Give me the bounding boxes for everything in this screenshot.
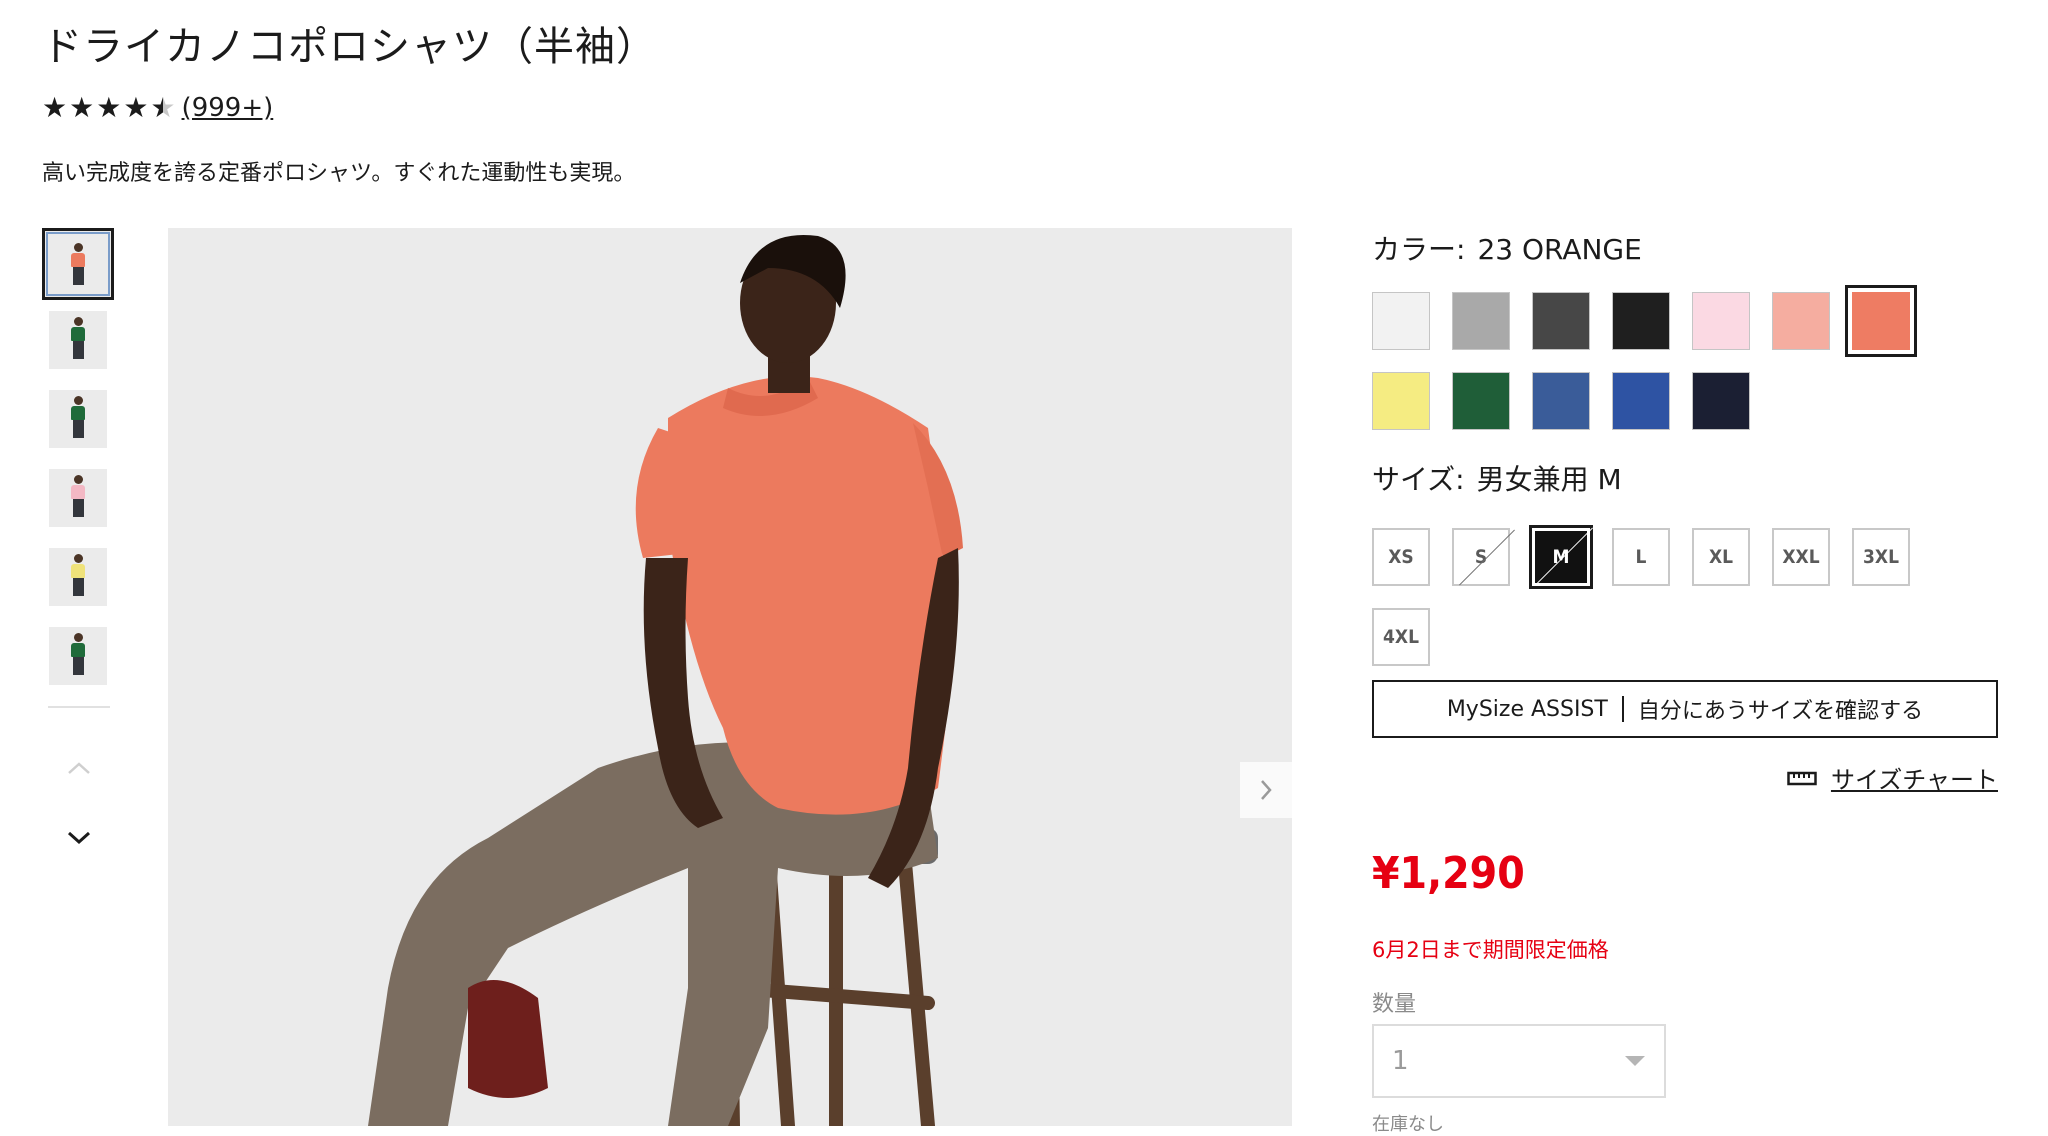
- mysize-brand: MySize ASSIST: [1446, 696, 1608, 722]
- thumbnail-scroll-down-button[interactable]: [42, 818, 116, 858]
- chevron-down-icon: [67, 831, 91, 845]
- size-option[interactable]: XL: [1692, 528, 1750, 586]
- size-option[interactable]: XXL: [1772, 528, 1830, 586]
- rating: ★ ★ ★ ★ ★ (999+): [42, 90, 273, 126]
- mysize-assist-button[interactable]: MySize ASSIST 自分にあうサイズを確認する: [1372, 680, 1998, 738]
- price: ¥1,290: [1372, 848, 1525, 899]
- product-thumbnail[interactable]: [42, 228, 114, 300]
- product-thumbnail[interactable]: [49, 548, 107, 606]
- rating-stars: ★ ★ ★ ★ ★: [42, 94, 178, 122]
- mysize-divider: [1621, 696, 1624, 722]
- thumbnail-figure: [71, 633, 85, 677]
- color-label-row: カラー: 23 ORANGE: [1372, 228, 1642, 268]
- thumbnail-figure: [71, 243, 85, 287]
- color-swatch[interactable]: [1612, 372, 1670, 430]
- selected-size: 男女兼用 M: [1476, 463, 1622, 496]
- quantity-value: 1: [1392, 1046, 1409, 1076]
- thumbnail-figure: [71, 475, 85, 519]
- color-swatch[interactable]: [1612, 292, 1670, 350]
- thumbnail-list: [42, 228, 116, 858]
- model-photo: [168, 228, 1292, 1126]
- limited-price-note: 6月2日まで期間限定価格: [1372, 938, 1609, 962]
- size-option-label: M: [1552, 546, 1570, 568]
- color-swatch[interactable]: [1372, 372, 1430, 430]
- color-swatch[interactable]: [1452, 372, 1510, 430]
- color-label: カラー:: [1372, 233, 1466, 266]
- size-label: サイズ:: [1372, 463, 1465, 496]
- thumbnail-figure: [71, 317, 85, 361]
- color-swatch[interactable]: [1772, 292, 1830, 350]
- size-option[interactable]: M: [1532, 528, 1590, 586]
- color-swatch[interactable]: [1532, 292, 1590, 350]
- mysize-text: 自分にあうサイズを確認する: [1637, 699, 1924, 724]
- size-option-label: 3XL: [1863, 546, 1899, 568]
- size-label-row: サイズ: 男女兼用 M: [1372, 458, 1622, 498]
- product-thumbnail[interactable]: [49, 469, 107, 527]
- size-option-label: 4XL: [1383, 626, 1419, 648]
- star-icon: ★: [123, 91, 149, 124]
- main-product-image: [168, 228, 1292, 1126]
- color-swatch[interactable]: [1452, 292, 1510, 350]
- product-title: ドライカノコポロシャツ（半袖）: [42, 24, 657, 70]
- size-option-label: XL: [1708, 546, 1734, 568]
- thumbnail-figure: [71, 396, 85, 440]
- product-description: 高い完成度を誇る定番ポロシャツ。すぐれた運動性も実現。: [42, 161, 636, 186]
- next-image-button[interactable]: [1240, 762, 1292, 818]
- chevron-right-icon: [1261, 780, 1272, 800]
- size-chart-link[interactable]: サイズチャート: [1787, 760, 1998, 795]
- ruler-icon: [1787, 771, 1817, 785]
- size-chart-label: サイズチャート: [1830, 766, 1998, 794]
- size-option-label: XS: [1388, 546, 1414, 568]
- star-icon: ★: [42, 91, 68, 124]
- size-option-label: S: [1474, 546, 1488, 568]
- size-option-label: L: [1635, 546, 1647, 568]
- color-swatch[interactable]: [1692, 372, 1750, 430]
- star-icon: ★: [69, 91, 95, 124]
- size-option[interactable]: S: [1452, 528, 1510, 586]
- star-icon: ★: [96, 91, 122, 124]
- thumbnail-figure: [71, 554, 85, 598]
- quantity-select[interactable]: 1: [1372, 1024, 1666, 1098]
- review-count-link[interactable]: (999+): [182, 93, 274, 123]
- product-thumbnail[interactable]: [49, 390, 107, 448]
- chevron-up-icon: [68, 762, 90, 774]
- color-swatch[interactable]: [1532, 372, 1590, 430]
- thumbnail-divider: [48, 706, 110, 708]
- caret-down-icon: [1625, 1056, 1645, 1066]
- size-option[interactable]: XS: [1372, 528, 1430, 586]
- size-option-label: XXL: [1782, 546, 1820, 568]
- size-option[interactable]: 3XL: [1852, 528, 1910, 586]
- quantity-label: 数量: [1372, 992, 1417, 1017]
- color-swatch[interactable]: [1692, 292, 1750, 350]
- stock-status: 在庫なし: [1372, 1114, 1444, 1135]
- product-thumbnail[interactable]: [49, 311, 107, 369]
- size-option[interactable]: L: [1612, 528, 1670, 586]
- color-swatch[interactable]: [1848, 288, 1914, 354]
- selected-color: 23 ORANGE: [1477, 233, 1642, 266]
- size-option[interactable]: 4XL: [1372, 608, 1430, 666]
- half-star-icon: ★: [150, 91, 176, 124]
- color-swatch[interactable]: [1372, 292, 1430, 350]
- product-thumbnail[interactable]: [49, 627, 107, 685]
- thumbnail-scroll-up-button[interactable]: [42, 748, 116, 788]
